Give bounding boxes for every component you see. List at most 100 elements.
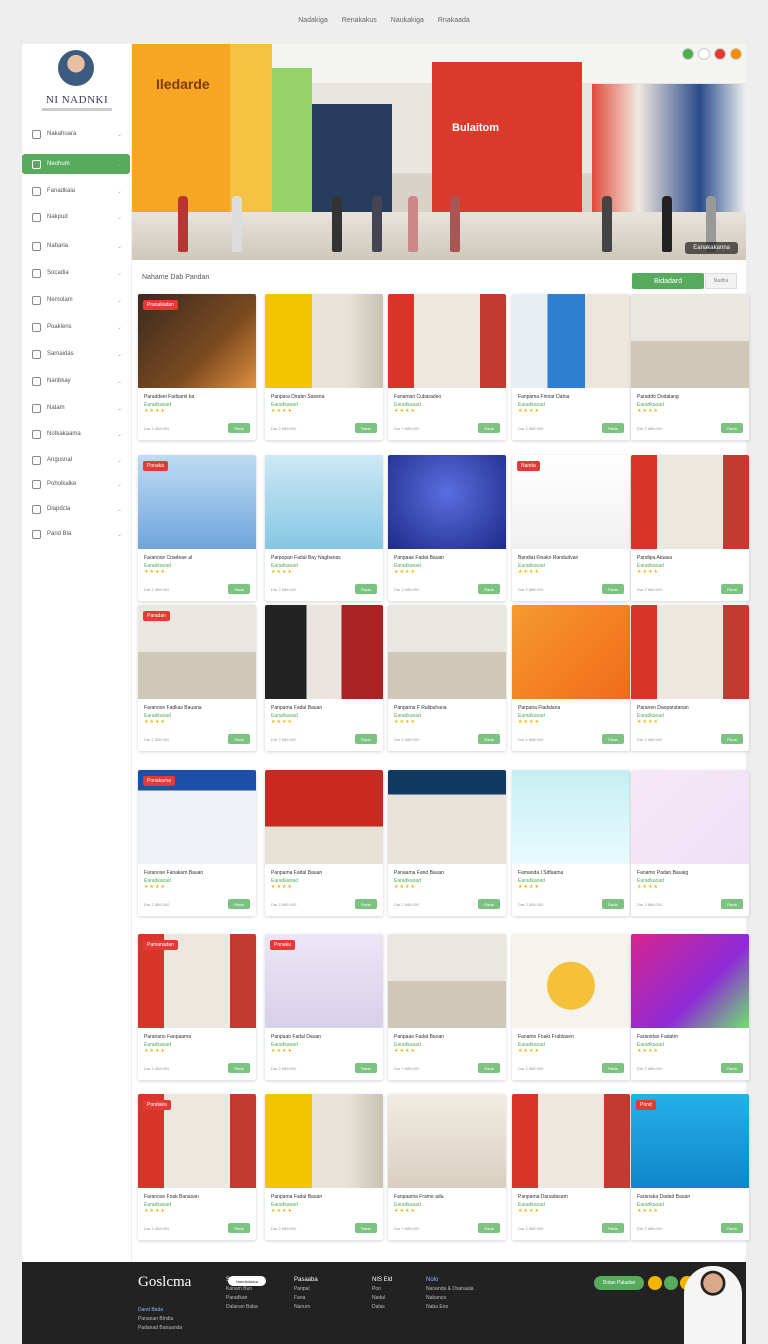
sidebar-item-15[interactable]: Dlapdcla ⌄ (22, 499, 130, 519)
footer-link[interactable]: Nanum (294, 1303, 318, 1312)
product-card[interactable]: Panpara Dirabn Sasena Earadkaoad ★★★★ Dar 2… (265, 294, 383, 440)
add-to-cart-button[interactable]: Rada (602, 1223, 624, 1233)
footer-link[interactable]: Naba Ene (426, 1303, 474, 1312)
product-card[interactable]: Parpana Fladalana Earadkaoad ★★★★ Dar 2 888… (512, 605, 630, 751)
add-to-cart-button[interactable]: Rada (602, 899, 624, 909)
product-image[interactable] (631, 605, 749, 699)
product-card[interactable]: Paraddo Dodalang Earadkaoad ★★★★ Dar 2 888.… (631, 294, 749, 440)
product-image[interactable] (631, 294, 749, 388)
product-card[interactable]: Pamanadan Paranano Fanpaama Earadkaoad ★★★★… (138, 934, 256, 1080)
add-to-cart-button[interactable]: Rada (721, 584, 743, 594)
product-card[interactable]: Fanaman Cubaradeo Earadkaoad ★★★★ Dar 2 888… (388, 294, 506, 440)
sidebar-item-1[interactable]: Nakahuara ⌄ (22, 124, 130, 144)
footer-link[interactable]: Nadal (372, 1294, 392, 1303)
add-to-cart-button[interactable]: Rada (721, 423, 743, 433)
product-image[interactable] (631, 455, 749, 549)
add-to-cart-button[interactable]: Rada (228, 1063, 250, 1073)
product-image[interactable] (631, 934, 749, 1028)
sidebar-item-16[interactable]: Pand Bla ⌄ (22, 524, 130, 544)
add-to-cart-button[interactable]: Rada (355, 899, 377, 909)
product-card[interactable]: Nanda Bandiat Finako Randudvan Earadkaoad ★… (512, 455, 630, 601)
sidebar-item-11[interactable]: Natam ⌄ (22, 398, 130, 418)
add-to-cart-button[interactable]: Rada (478, 423, 500, 433)
add-to-cart-button[interactable]: Rada (355, 423, 377, 433)
product-card[interactable]: Pranakadan Paraddeei Fadsami ba Earadkaoad… (138, 294, 256, 440)
product-image[interactable] (265, 294, 383, 388)
add-to-cart-button[interactable]: Rada (602, 584, 624, 594)
footer-link[interactable]: Pananan Blndia (138, 1315, 182, 1324)
hero-banner[interactable]: Iledarde Bulaitom Eanakakanna (132, 44, 746, 260)
filter-button[interactable]: Bidadard (632, 273, 704, 289)
product-image[interactable] (388, 1094, 506, 1188)
product-card[interactable]: Panpaae Fadat Baoan Earadkaoad ★★★★ Dar 2 8… (388, 934, 506, 1080)
product-image[interactable] (388, 605, 506, 699)
add-to-cart-button[interactable]: Rada (602, 734, 624, 744)
top-nav-link-2[interactable]: Renakakus (342, 17, 377, 24)
product-card[interactable]: Fanpaama Frame ada Earadkaoad ★★★★ Dar 2 88… (388, 1094, 506, 1240)
product-card[interactable]: Pond Faranaka Dadad Bauan Earadkaoad ★★★★ Da… (631, 1094, 749, 1240)
product-card[interactable]: Ponaka Panpaao Fadal Dauan Earadkaoad ★★★★ D… (265, 934, 383, 1080)
gear-icon[interactable] (698, 48, 710, 60)
notification-icon[interactable] (714, 48, 726, 60)
product-card[interactable]: Fanamo Fnakt Frablasen Earadkaoad ★★★★ Dar … (512, 934, 630, 1080)
add-to-cart-button[interactable]: Rada (602, 1063, 624, 1073)
product-card[interactable]: Famanda I Sdfaama Earadkaoad ★★★★ Dar 2 888… (512, 770, 630, 916)
footer-link[interactable]: Fana (294, 1294, 318, 1303)
product-card[interactable]: Ponaka Faranose Cnadeae al Earadkaoad ★★★★ D… (138, 455, 256, 601)
add-to-cart-button[interactable]: Rada (228, 734, 250, 744)
top-nav-link-1[interactable]: Nadakiga (298, 17, 328, 24)
sidebar-item-2[interactable]: Neohum ⌄ (22, 154, 130, 174)
product-image[interactable] (512, 1094, 630, 1188)
top-nav-link-4[interactable]: Rnakaada (438, 17, 470, 24)
product-image[interactable] (512, 934, 630, 1028)
add-to-cart-button[interactable]: Rada (478, 1223, 500, 1233)
footer-link[interactable]: Nabanca (426, 1294, 474, 1303)
add-to-cart-button[interactable]: Rada (478, 899, 500, 909)
add-to-cart-button[interactable]: Rada (721, 899, 743, 909)
add-to-cart-button[interactable]: Rada (355, 1063, 377, 1073)
sidebar-item-12[interactable]: Notkakaama ⌄ (22, 424, 130, 444)
add-to-cart-button[interactable]: Rada (721, 1223, 743, 1233)
emoji-icon[interactable] (648, 1276, 662, 1290)
footer-link[interactable]: Panpal (294, 1285, 318, 1294)
product-image[interactable] (512, 770, 630, 864)
sidebar-item-5[interactable]: Nabaria ⌄ (22, 236, 130, 256)
product-image[interactable] (388, 770, 506, 864)
sidebar-item-9[interactable]: Samaidas ⌄ (22, 344, 130, 364)
product-image[interactable] (631, 770, 749, 864)
filter-toggle[interactable]: Nadha (705, 273, 737, 289)
sidebar-item-10[interactable]: Nanbkay ⌄ (22, 371, 130, 391)
footer-link[interactable]: Poo (372, 1285, 392, 1294)
product-card[interactable]: Pondaka Faranose Fnak Banasan Earadkaoad ★★… (138, 1094, 256, 1240)
product-image[interactable] (388, 294, 506, 388)
sidebar-item-13[interactable]: Angusnal ⌄ (22, 450, 130, 470)
product-image[interactable] (388, 934, 506, 1028)
product-image[interactable] (265, 1094, 383, 1188)
product-card[interactable]: Panpama Fadal Bauan Earadkaoad ★★★★ Dar 2 8… (265, 605, 383, 751)
product-card[interactable]: Panpaae Fadat Bauan Earadkaoad ★★★★ Dar 2 8… (388, 455, 506, 601)
product-image[interactable] (265, 770, 383, 864)
social-icon[interactable] (664, 1276, 678, 1290)
product-card[interactable]: Pandipa Ataasa Earadkaoad ★★★★ Dar 2 888.00… (631, 455, 749, 601)
profile-icon[interactable] (730, 48, 742, 60)
sidebar-item-8[interactable]: Poaklens ⌄ (22, 317, 130, 337)
product-card[interactable]: Fanpama Finnar Datoa Earadkaoad ★★★★ Dar 2 … (512, 294, 630, 440)
add-to-cart-button[interactable]: Rada (602, 423, 624, 433)
add-to-cart-button[interactable]: Rada (228, 584, 250, 594)
product-card[interactable]: Faranidan Fadatm Earadkaoad ★★★★ Dar 2 888.… (631, 934, 749, 1080)
sidebar-item-6[interactable]: Socadia ⌄ (22, 263, 130, 283)
hero-caption[interactable]: Eanakakanna (685, 242, 738, 254)
footer-link[interactable]: Dand Bada (138, 1306, 182, 1315)
add-to-cart-button[interactable]: Rada (355, 584, 377, 594)
product-card[interactable]: Panpama Fadal Bauan Earadkaoad ★★★★ Dar 2 8… (265, 1094, 383, 1240)
add-to-cart-button[interactable]: Rada (228, 1223, 250, 1233)
sidebar-item-3[interactable]: Fanadkaia ⌄ (22, 181, 130, 201)
product-image[interactable] (512, 605, 630, 699)
footer-logo[interactable]: Goslcma (138, 1274, 191, 1291)
product-card[interactable]: Fanamo Padan Bauaig Earadkaoad ★★★★ Dar 2 8… (631, 770, 749, 916)
add-to-cart-button[interactable]: Rada (721, 734, 743, 744)
product-card[interactable]: Panpama Danadasam Earadkaoad ★★★★ Dar 2 888… (512, 1094, 630, 1240)
product-image[interactable] (265, 455, 383, 549)
add-to-cart-button[interactable]: Rada (478, 584, 500, 594)
product-card[interactable]: Paranen Daopandanan Earadkaoad ★★★★ Dar 2 8… (631, 605, 749, 751)
